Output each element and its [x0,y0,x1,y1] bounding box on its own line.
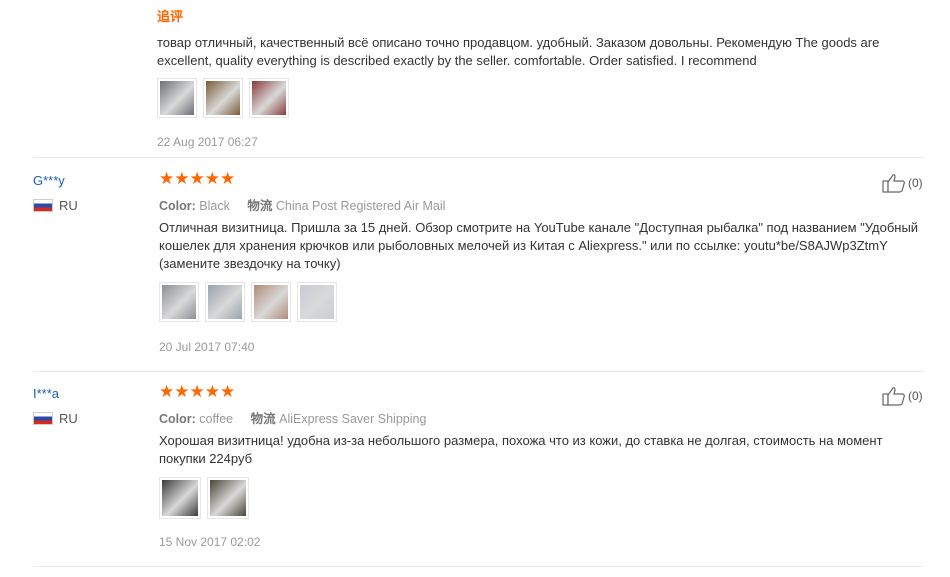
review-date: 22 Aug 2017 06:27 [157,135,258,149]
order-info: Color: coffee 物流 AliExpress Saver Shippi… [159,408,426,427]
review-text: Отличная визитница. Пришла за 15 дней. О… [159,220,919,271]
thumbs-up-icon [882,387,905,406]
helpful-count: (0) [908,389,923,403]
russia-flag-icon [33,412,53,425]
shipping-value: AliExpress Saver Shipping [279,412,427,426]
review-photos [159,477,249,519]
reviewer-country: RU [33,198,78,213]
color-value: coffee [199,412,234,426]
review-text: товар отличный, качественный всё описано… [157,35,880,68]
color-label: Color: [159,412,196,426]
review-photo-thumbnail[interactable] [251,282,291,322]
russia-flag-icon [33,199,53,212]
helpful-button[interactable]: (0) [882,173,923,193]
divider [33,566,924,567]
review-date: 15 Nov 2017 02:02 [159,535,261,549]
review-photos [157,78,289,118]
shipping-label: 物流 [250,412,276,426]
helpful-button[interactable]: (0) [882,386,923,406]
star-rating: ★★★★★ [159,169,236,188]
divider [33,371,924,372]
appended-review-label: 追评 [157,9,184,24]
review-photo-thumbnail[interactable] [157,78,197,118]
country-code: RU [59,198,78,213]
reviewer-name[interactable]: G***y [33,173,65,188]
order-info: Color: Black 物流 China Post Registered Ai… [159,195,445,214]
helpful-count: (0) [908,176,923,190]
review-photo-thumbnail[interactable] [159,477,201,519]
color-label: Color: [159,199,196,213]
reviewer-name[interactable]: I***a [33,386,59,401]
thumbs-up-icon [882,174,905,193]
shipping-value: China Post Registered Air Mail [275,199,446,213]
country-code: RU [59,411,78,426]
review-photo-thumbnail[interactable] [203,78,243,118]
review-photo-thumbnail[interactable] [205,282,245,322]
review-text: Хорошая визитница! удобна из-за небольшо… [159,433,883,466]
review-photo-thumbnail[interactable] [297,282,337,322]
shipping-label: 物流 [247,199,273,213]
star-rating: ★★★★★ [159,382,236,401]
reviewer-country: RU [33,411,78,426]
divider [33,157,924,158]
review-photo-thumbnail[interactable] [159,282,199,322]
color-value: Black [199,199,230,213]
review-date: 20 Jul 2017 07:40 [159,340,255,354]
review-photos [159,282,337,322]
review-photo-thumbnail[interactable] [249,78,289,118]
review-photo-thumbnail[interactable] [207,477,249,519]
